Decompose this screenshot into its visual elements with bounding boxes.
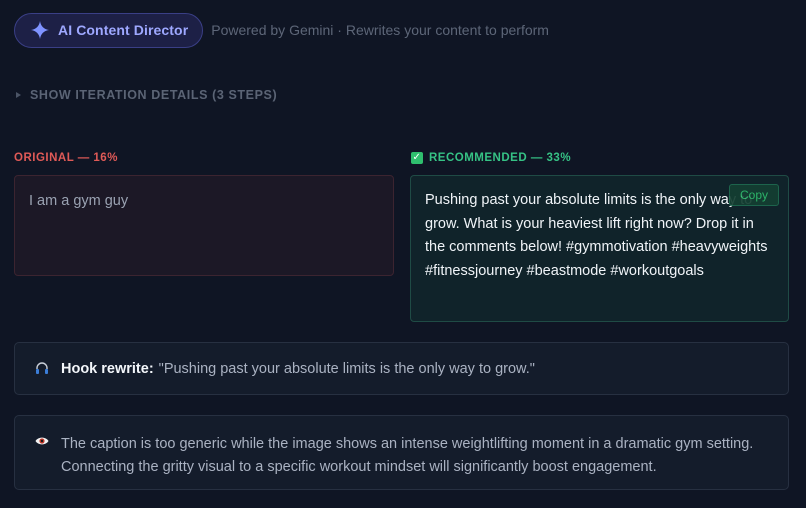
headphones-icon [35, 361, 49, 375]
recommended-caption-text: Pushing past your absolute limits is the… [425, 192, 768, 279]
caret-right-icon [16, 92, 21, 98]
content-director-panel: AI Content Director Powered by Gemini · … [0, 0, 806, 508]
recommended-score-label: ✓ RECOMMENDED — 33% [411, 151, 571, 165]
recommended-label-text: RECOMMENDED — 33% [429, 152, 572, 164]
original-caption-text: I am a gym guy [29, 193, 129, 209]
hook-rewrite-quote: "Pushing past your absolute limits is th… [158, 361, 535, 377]
sparkle-icon [30, 20, 50, 40]
insight-text: The caption is too generic while the ima… [61, 436, 754, 475]
eye-icon [35, 434, 49, 448]
powered-by-subtitle: Powered by Gemini · Rewrites your conten… [211, 22, 549, 38]
insight-card: The caption is too generic while the ima… [14, 415, 789, 490]
hook-rewrite-card: Hook rewrite: "Pushing past your absolute… [14, 342, 789, 395]
original-score-label: ORIGINAL — 16% [14, 151, 118, 165]
copy-button[interactable]: Copy [729, 184, 779, 206]
iteration-toggle-label: SHOW ITERATION DETAILS (3 STEPS) [30, 88, 278, 102]
original-label-text: ORIGINAL — 16% [14, 152, 118, 164]
hook-rewrite-label: Hook rewrite: [61, 361, 154, 377]
badge-label: AI Content Director [58, 22, 189, 38]
recommended-caption-box: Pushing past your absolute limits is the… [410, 175, 789, 322]
checkmark-icon: ✓ [411, 152, 423, 164]
show-iteration-details-toggle[interactable]: SHOW ITERATION DETAILS (3 STEPS) [16, 86, 277, 104]
ai-content-director-badge: AI Content Director [14, 12, 204, 48]
hook-rewrite-text: Hook rewrite: "Pushing past your absolute… [61, 360, 535, 378]
original-caption-box: I am a gym guy [14, 175, 394, 276]
header: AI Content Director Powered by Gemini · … [14, 12, 549, 48]
